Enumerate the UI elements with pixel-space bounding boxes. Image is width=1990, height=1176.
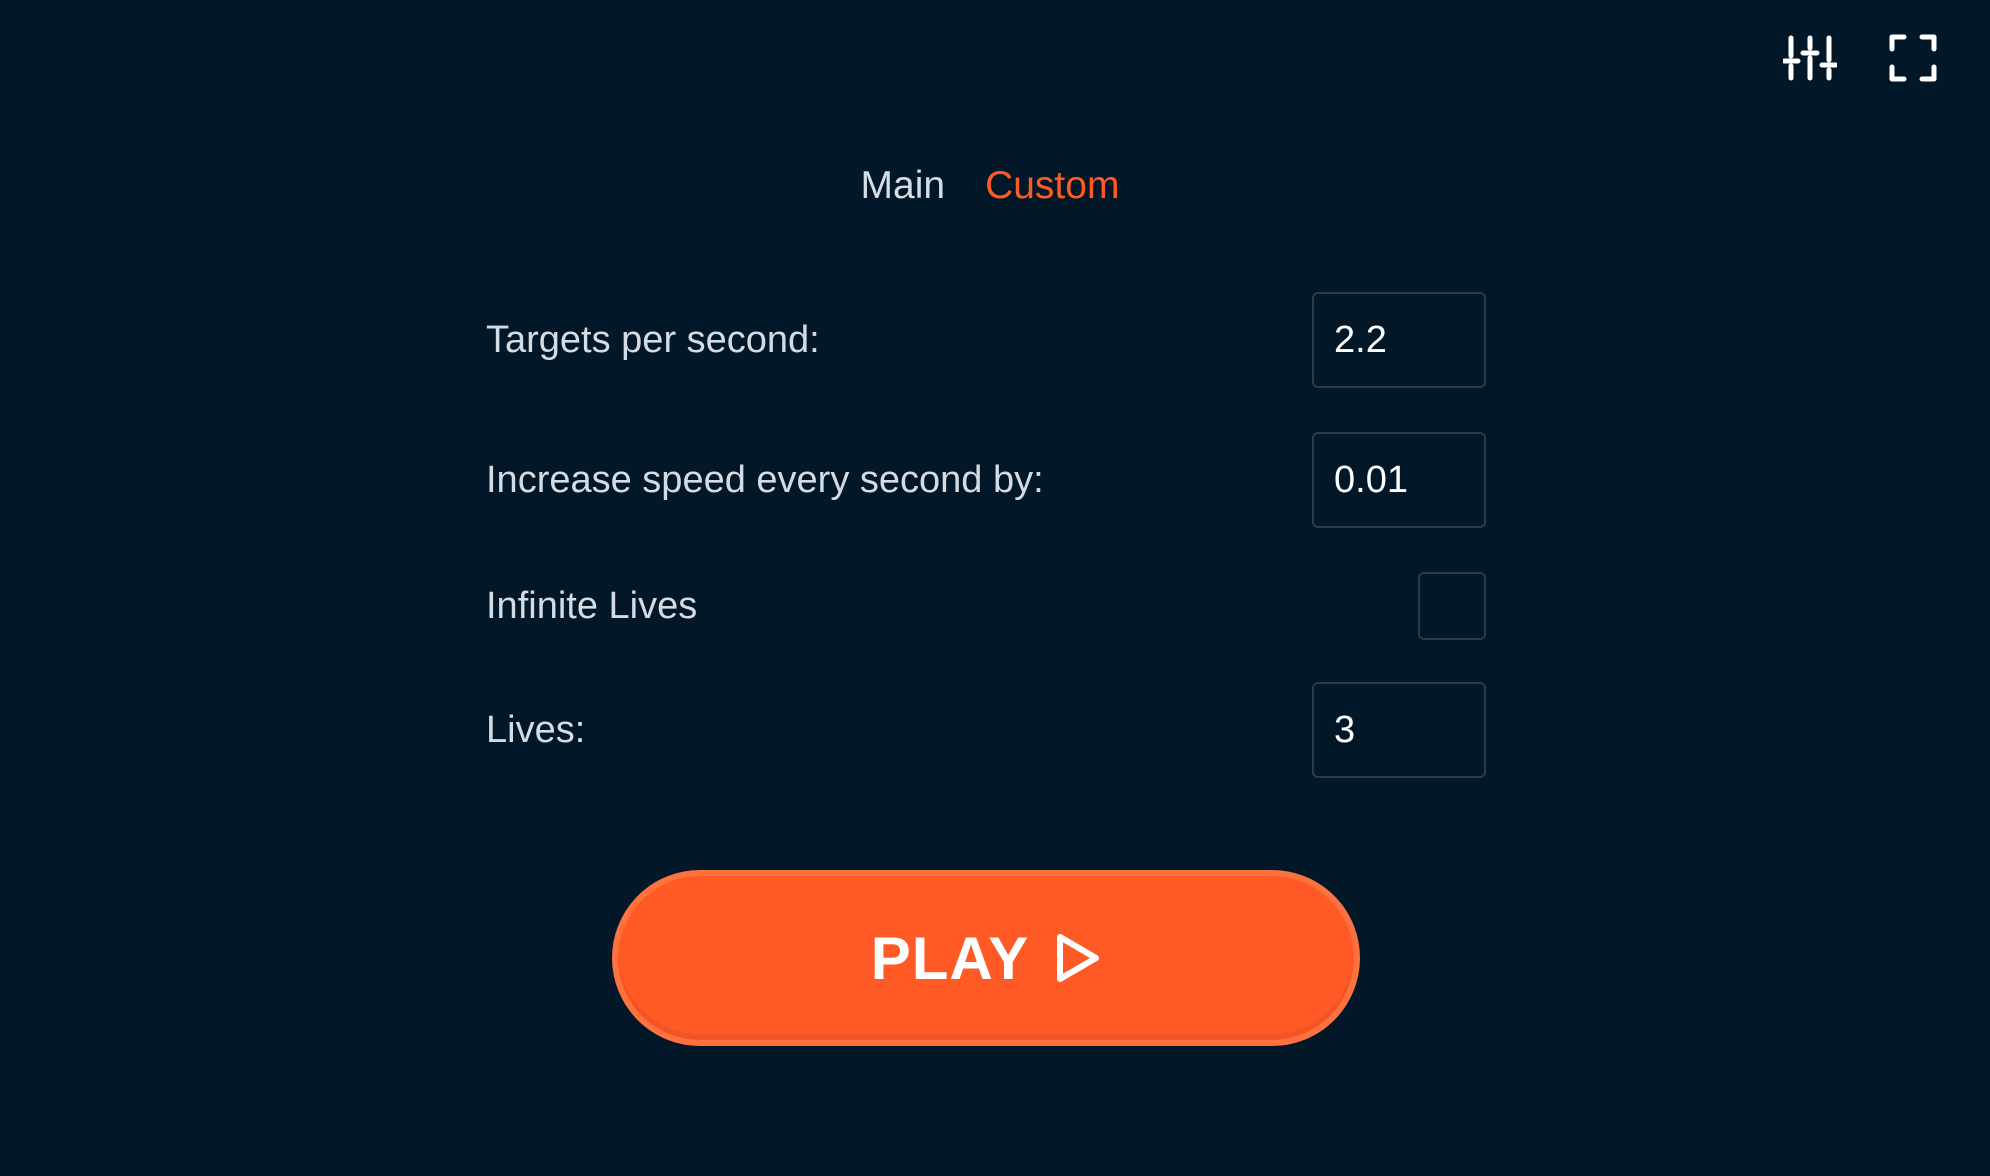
- play-label: PLAY: [870, 924, 1030, 992]
- infinite-lives-row: Infinite Lives: [486, 572, 1486, 640]
- targets-per-second-row: Targets per second:: [486, 292, 1486, 388]
- lives-label: Lives:: [486, 708, 586, 751]
- settings-button[interactable]: [1780, 28, 1840, 88]
- game-settings-screen: Main Custom Targets per second: Increase…: [0, 0, 1990, 1176]
- speed-increase-input[interactable]: [1312, 432, 1486, 528]
- speed-increase-row: Increase speed every second by:: [486, 432, 1486, 528]
- fullscreen-button[interactable]: [1883, 28, 1943, 88]
- infinite-lives-label: Infinite Lives: [486, 584, 698, 627]
- mode-tabs: Main Custom: [0, 160, 1990, 212]
- lives-input[interactable]: [1312, 682, 1486, 778]
- targets-per-second-input[interactable]: [1312, 292, 1486, 388]
- targets-per-second-label: Targets per second:: [486, 318, 820, 361]
- sliders-icon: [1783, 34, 1837, 82]
- tab-custom[interactable]: Custom: [985, 160, 1119, 212]
- play-triangle-icon: [1055, 932, 1101, 984]
- fullscreen-icon: [1889, 34, 1937, 82]
- lives-row: Lives:: [486, 682, 1486, 778]
- infinite-lives-checkbox[interactable]: [1418, 572, 1486, 640]
- tab-main[interactable]: Main: [861, 160, 946, 212]
- speed-increase-label: Increase speed every second by:: [486, 458, 1044, 501]
- play-button[interactable]: PLAY: [612, 870, 1360, 1046]
